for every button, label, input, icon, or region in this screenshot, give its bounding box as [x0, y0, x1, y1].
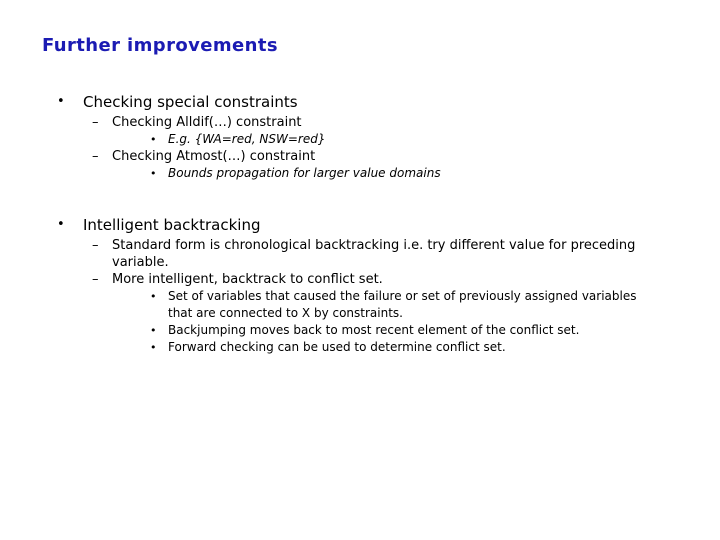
bullet-level-3: • E.g. {WA=red, NSW=red} — [140, 131, 650, 148]
bullet-level-3-label: E.g. {WA=red, NSW=red} — [168, 132, 326, 146]
bullet-dash-icon: – — [92, 149, 99, 164]
bullet-level-1-label: Intelligent backtracking — [83, 216, 261, 234]
bullet-list-level-2: – Standard form is chronological backtra… — [83, 237, 650, 356]
bullet-level-2-label: Checking Alldif(…) constraint — [112, 115, 302, 130]
bullet-disc-icon: • — [57, 217, 65, 232]
bullet-level-1-label: Checking special constraints — [83, 93, 298, 111]
slide-title: Further improvements — [42, 35, 278, 56]
bullet-list-level-2: – Checking Alldif(…) constraint • E.g. {… — [83, 114, 650, 182]
bullet-disc-small-icon: • — [150, 167, 157, 180]
bullet-level-3-label: Set of variables that caused the failure… — [168, 289, 637, 320]
bullet-level-2: – More intelligent, backtrack to conflic… — [50, 271, 650, 356]
bullet-level-3: • Backjumping moves back to most recent … — [140, 322, 650, 339]
bullet-dash-icon: – — [92, 115, 99, 130]
bullet-level-2-label: More intelligent, backtrack to conflict … — [112, 272, 383, 287]
slide-body: • Checking special constraints – Checkin… — [50, 92, 650, 356]
bullet-level-3: • Bounds propagation for larger value do… — [140, 165, 650, 182]
bullet-dash-icon: – — [92, 272, 99, 287]
bullet-level-2: – Checking Alldif(…) constraint • E.g. {… — [50, 114, 650, 148]
bullet-level-2: – Checking Atmost(…) constraint • Bounds… — [50, 148, 650, 182]
bullet-level-2: – Standard form is chronological backtra… — [50, 237, 650, 271]
bullet-disc-icon: • — [57, 94, 65, 109]
bullet-list-level-3: • Bounds propagation for larger value do… — [112, 165, 650, 182]
bullet-level-3-label: Forward checking can be used to determin… — [168, 340, 506, 354]
bullet-level-1: • Checking special constraints – Checkin… — [50, 92, 650, 182]
bullet-level-3-label: Bounds propagation for larger value doma… — [168, 166, 441, 180]
bullet-level-3: • Forward checking can be used to determ… — [140, 339, 650, 356]
bullet-level-2-label: Standard form is chronological backtrack… — [112, 238, 636, 270]
bullet-level-2-label: Checking Atmost(…) constraint — [112, 149, 316, 164]
slide: Further improvements • Checking special … — [0, 0, 720, 540]
bullet-disc-small-icon: • — [150, 290, 157, 303]
bullet-list-level-3: • Set of variables that caused the failu… — [112, 288, 650, 356]
bullet-disc-small-icon: • — [150, 324, 157, 337]
bullet-disc-small-icon: • — [150, 133, 157, 146]
bullet-list-level-1: • Checking special constraints – Checkin… — [50, 92, 650, 356]
bullet-level-3-label: Backjumping moves back to most recent el… — [168, 323, 580, 337]
bullet-level-3: • Set of variables that caused the failu… — [140, 288, 650, 322]
bullet-disc-small-icon: • — [150, 341, 157, 354]
bullet-list-level-3: • E.g. {WA=red, NSW=red} — [112, 131, 650, 148]
bullet-dash-icon: – — [92, 238, 99, 253]
bullet-level-1: • Intelligent backtracking – Standard fo… — [50, 215, 650, 356]
